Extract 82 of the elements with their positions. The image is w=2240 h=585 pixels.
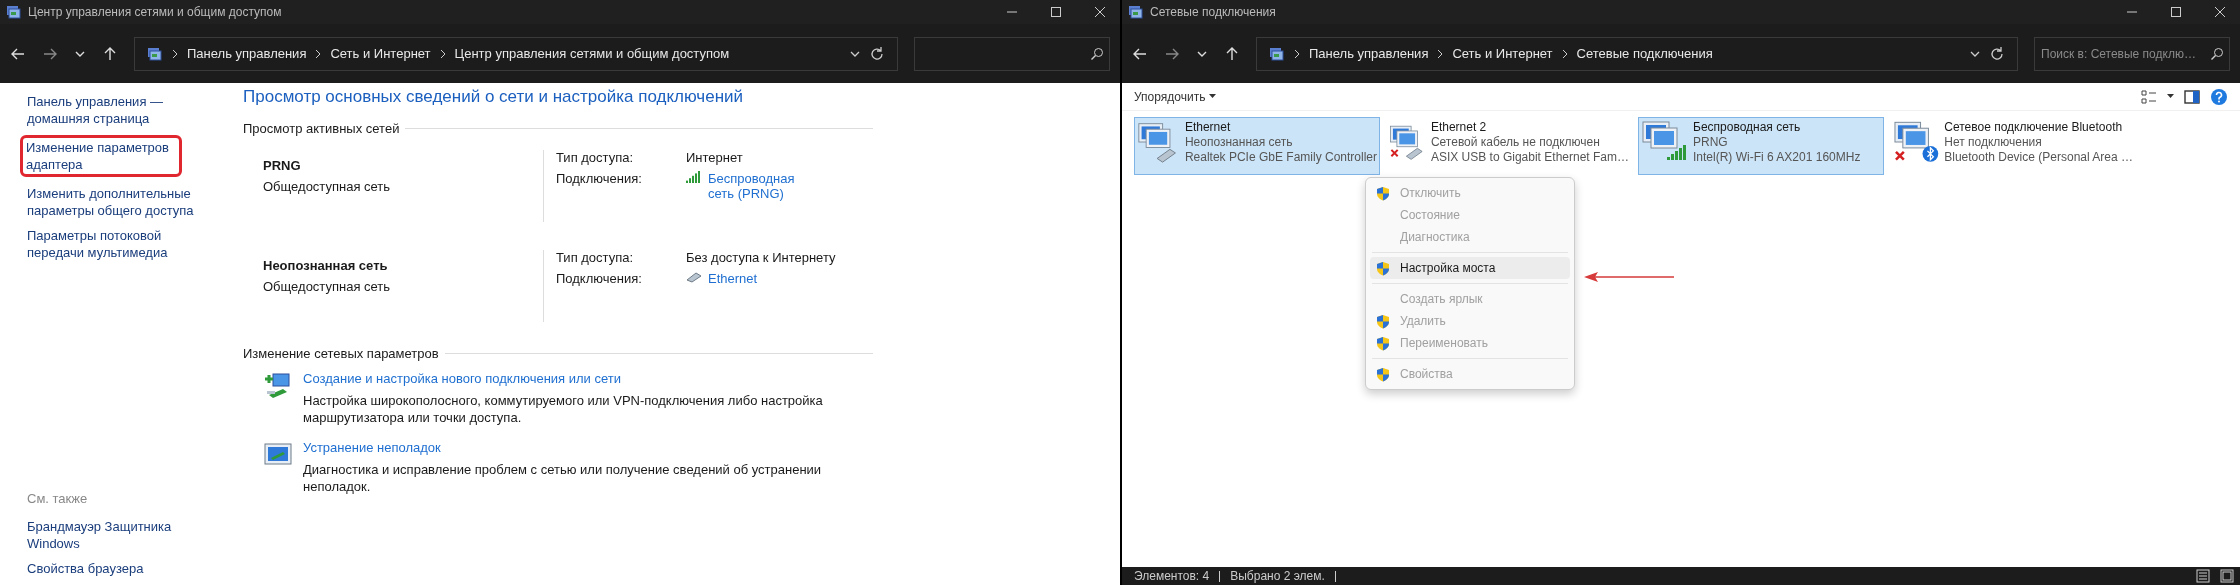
bluetooth-adapter-icon: [1893, 120, 1941, 164]
chevron-icon: [1436, 48, 1445, 59]
refresh-icon[interactable]: [869, 45, 885, 62]
sidebar-link[interactable]: Изменить дополнительные параметры общего доступа: [27, 185, 217, 219]
field-label: Подключения:: [556, 171, 643, 188]
control-panel-icon: [147, 45, 163, 62]
search-icon: [1090, 46, 1104, 61]
control-panel-icon: [6, 4, 22, 20]
menu-item[interactable]: Настройка моста: [1370, 257, 1570, 279]
selection-count: Выбрано 2 элем.: [1230, 569, 1325, 583]
caret-icon[interactable]: [2167, 94, 2174, 99]
refresh-icon[interactable]: [1989, 45, 2005, 62]
adapter-tile[interactable]: Ethernet Неопознанная сеть Realtek PCIe GbE Family Controller: [1134, 117, 1380, 175]
control-panel-icon: [1128, 4, 1144, 20]
task-link[interactable]: Создание и настройка нового подключения или сети: [303, 371, 823, 386]
sidebar-link[interactable]: Панель управления — домашняя страница: [27, 93, 217, 127]
search-icon: [2210, 46, 2224, 61]
network-category: Общедоступная сеть: [263, 279, 392, 294]
breadcrumb-item[interactable]: Сеть и Интернет: [1452, 46, 1553, 61]
breadcrumb-item[interactable]: Панель управления: [187, 46, 307, 61]
maximize-icon[interactable]: [2170, 6, 2182, 18]
task-description: Настройка широкополосного, коммутируемого или VPN-подключения либо настройка маршрутизатора или точки доступа.: [303, 392, 823, 426]
window-title: Центр управления сетями и общим доступом: [28, 5, 282, 19]
connection-link[interactable]: Ethernet: [708, 271, 758, 286]
sidebar-link[interactable]: Параметры потоковой передачи мультимедиа: [27, 227, 217, 261]
address-bar[interactable]: Панель управления Сеть и Интернет Сетевые подключения: [1256, 36, 2018, 71]
search-field[interactable]: Поиск в: Сетевые подклю…: [2034, 36, 2230, 71]
shield-icon: [1376, 260, 1390, 276]
network-setup-icon: [263, 371, 293, 401]
view-options-icon[interactable]: [2141, 89, 2157, 104]
item-count: Элементов: 4: [1134, 569, 1210, 583]
access-type: Без доступа к Интернету: [686, 250, 836, 265]
close-icon[interactable]: [1094, 6, 1106, 18]
field-label: Тип доступа:: [556, 250, 635, 265]
adapter-tile[interactable]: Ethernet 2 Сетевой кабель не подключен ASIX USB to Gigabit Ethernet Fam…: [1386, 117, 1632, 175]
page-heading: Просмотр основных сведений о сети и настройка подключений: [243, 87, 745, 107]
field-label: Подключения:: [556, 271, 643, 286]
adapter-tile[interactable]: Беспроводная сеть PRNG Intel(R) Wi-Fi 6 AX201 160MHz: [1638, 117, 1884, 175]
breadcrumb-item[interactable]: Центр управления сетями и общим доступом: [454, 46, 730, 61]
breadcrumb-item[interactable]: Панель управления: [1309, 46, 1429, 61]
task-description: Диагностика и исправление проблем с сетью или получение сведений об устранении неполадок.: [303, 461, 823, 495]
section-heading: Изменение сетевых параметров: [243, 346, 439, 361]
preview-pane-icon[interactable]: [2184, 89, 2200, 104]
ethernet-icon: [686, 271, 702, 283]
network-name: PRNG: [263, 158, 302, 173]
window-title: Сетевые подключения: [1150, 5, 1276, 19]
chevron-icon: [1293, 48, 1301, 59]
up-icon[interactable]: [1224, 45, 1240, 62]
breadcrumb-item[interactable]: Сеть и Интернет: [330, 46, 431, 61]
shield-icon: [1376, 313, 1390, 329]
access-type: Интернет: [686, 150, 744, 165]
maximize-icon[interactable]: [1050, 6, 1062, 18]
help-icon[interactable]: [2210, 87, 2228, 106]
shield-icon: [1376, 335, 1390, 351]
sidebar-link[interactable]: Свойства браузера: [27, 560, 217, 577]
breadcrumb-item[interactable]: Сетевые подключения: [1576, 46, 1713, 61]
search-field[interactable]: [914, 36, 1110, 71]
network-category: Общедоступная сеть: [263, 179, 392, 194]
shield-icon: [1376, 366, 1390, 382]
caret-icon: [1209, 94, 1217, 99]
field-label: Тип доступа:: [556, 150, 635, 165]
close-icon[interactable]: [2214, 6, 2226, 18]
large-icons-view-icon[interactable]: [2220, 569, 2234, 583]
task-link[interactable]: Устранение неполадок: [303, 440, 823, 455]
connection-link[interactable]: Беспроводная сеть (PRNG): [708, 171, 818, 201]
chevron-icon: [1560, 48, 1569, 59]
chevron-icon: [171, 48, 179, 59]
network-name: Неопознанная сеть: [263, 258, 389, 273]
sidebar-link[interactable]: Брандмауэр Защитника Windows: [27, 518, 217, 552]
control-panel-icon: [1269, 45, 1285, 62]
organize-button[interactable]: Упорядочить: [1132, 87, 1219, 106]
chevron-icon: [314, 48, 323, 59]
section-heading: Просмотр активных сетей: [243, 121, 400, 136]
see-also-heading: См. также: [27, 491, 89, 506]
adapter-tile[interactable]: Сетевое подключение Bluetooth Нет подключения Bluetooth Device (Personal Area …: [1890, 117, 2136, 175]
chevron-icon: [438, 48, 447, 59]
signal-icon: [686, 171, 702, 183]
sidebar-link[interactable]: Изменение параметров адаптера: [26, 139, 176, 173]
up-icon[interactable]: [102, 45, 118, 62]
address-bar[interactable]: Панель управления Сеть и Интернет Центр управления сетями и общим доступом: [134, 36, 898, 71]
shield-icon: [1376, 185, 1390, 201]
details-view-icon[interactable]: [2196, 569, 2210, 583]
